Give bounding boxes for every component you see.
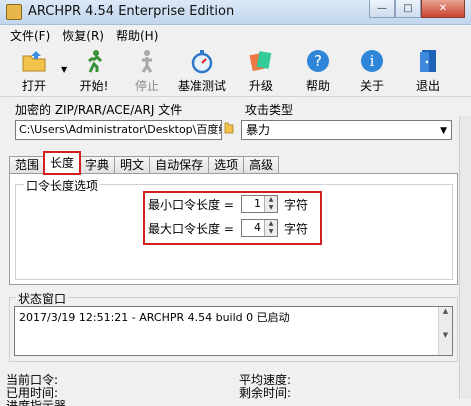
info-icon: i (361, 50, 383, 72)
window-scrollbar[interactable] (459, 116, 471, 399)
window-title: ARCHPR 4.54 Enterprise Edition (28, 4, 235, 19)
svg-text:?: ? (314, 52, 322, 70)
remaining-time-label: 剩余时间: (239, 386, 292, 400)
menu-help[interactable]: 帮助(H) (110, 27, 164, 44)
svg-text:i: i (370, 52, 375, 70)
open-dropdown-arrow-icon[interactable]: ▼ (61, 65, 67, 74)
open-button[interactable]: 打开 (8, 48, 60, 94)
browse-folder-icon[interactable] (224, 120, 234, 134)
attack-type-select[interactable]: 暴力 ▼ (241, 120, 452, 140)
running-man-icon (88, 50, 103, 73)
max-length-spinner[interactable]: 4 ▲ ▼ (241, 219, 278, 237)
file-path-input[interactable]: C:\Users\Administrator\Desktop\百度经验 (15, 120, 222, 140)
max-length-label: 最大口令长度 = (148, 222, 234, 236)
tab-advanced[interactable]: 高级 (243, 156, 280, 174)
encrypted-file-label: 加密的 ZIP/RAR/ACE/ARJ 文件 (15, 103, 183, 117)
attack-type-value: 暴力 (246, 123, 271, 137)
min-length-label: 最小口令长度 = (148, 198, 234, 212)
max-length-unit: 字符 (284, 222, 309, 236)
upgrade-button[interactable]: 升级 (235, 48, 287, 94)
upgrade-cards-icon (249, 51, 272, 72)
menu-recover[interactable]: 恢复(R) (56, 27, 110, 44)
exit-door-icon (420, 50, 436, 72)
status-log[interactable]: 2017/3/19 12:51:21 - ARCHPR 4.54 build 0… (14, 306, 453, 356)
help-question-icon: ? (307, 50, 329, 72)
min-length-spinner[interactable]: 1 ▲ ▼ (241, 195, 278, 213)
window-controls: — □ ✕ (369, 0, 465, 18)
archpr-app-icon (6, 4, 22, 20)
help-button[interactable]: ? 帮助 (292, 48, 344, 94)
stopwatch-icon (191, 50, 213, 74)
menu-bar: 文件(F) 恢复(R) 帮助(H) (0, 25, 471, 45)
maximize-button[interactable]: □ (395, 0, 421, 18)
options-tabs: 范围 长度 字典 明文 自动保存 选项 高级 (9, 151, 280, 175)
menu-file[interactable]: 文件(F) (4, 27, 56, 44)
open-folder-icon (22, 51, 46, 72)
tab-autosave[interactable]: 自动保存 (149, 156, 210, 174)
log-line: 2017/3/19 12:51:21 - ARCHPR 4.54 build 0… (19, 311, 290, 324)
stop-man-icon (141, 50, 153, 73)
tab-options[interactable]: 选项 (208, 156, 245, 174)
max-length-value: 4 (254, 221, 261, 234)
tab-length[interactable]: 长度 (43, 151, 82, 175)
minimize-button[interactable]: — (369, 0, 395, 18)
chevron-down-icon: ▼ (440, 126, 447, 136)
status-window-title: 状态窗口 (16, 290, 69, 307)
benchmark-button[interactable]: 基准测试 (176, 48, 228, 94)
spinner-arrows-icon[interactable]: ▲ ▼ (264, 220, 277, 236)
about-button[interactable]: i 关于 (346, 48, 398, 94)
attack-type-label: 攻击类型 (245, 103, 294, 117)
title-bar: ARCHPR 4.54 Enterprise Edition — □ ✕ (0, 0, 471, 25)
stop-button[interactable]: 停止 (121, 48, 173, 94)
start-button[interactable]: 开始! (68, 48, 120, 94)
spinner-arrows-icon[interactable]: ▲ ▼ (264, 196, 277, 212)
tab-dictionary[interactable]: 字典 (79, 156, 116, 174)
toolbar: 打开 ▼ 开始! 停止 基准测试 升级 ? 帮助 i 关于 退出 (0, 45, 471, 97)
tab-range[interactable]: 范围 (9, 156, 46, 174)
tab-plaintext[interactable]: 明文 (114, 156, 151, 174)
password-length-group-title: 口令长度选项 (24, 177, 101, 194)
exit-button[interactable]: 退出 (402, 48, 454, 94)
min-length-value: 1 (254, 197, 261, 210)
log-scrollbar[interactable]: ▲ ▼ (438, 307, 452, 355)
progress-indicator-label: 进度指示器 (6, 399, 67, 406)
close-button[interactable]: ✕ (421, 0, 465, 18)
min-length-unit: 字符 (284, 198, 309, 212)
